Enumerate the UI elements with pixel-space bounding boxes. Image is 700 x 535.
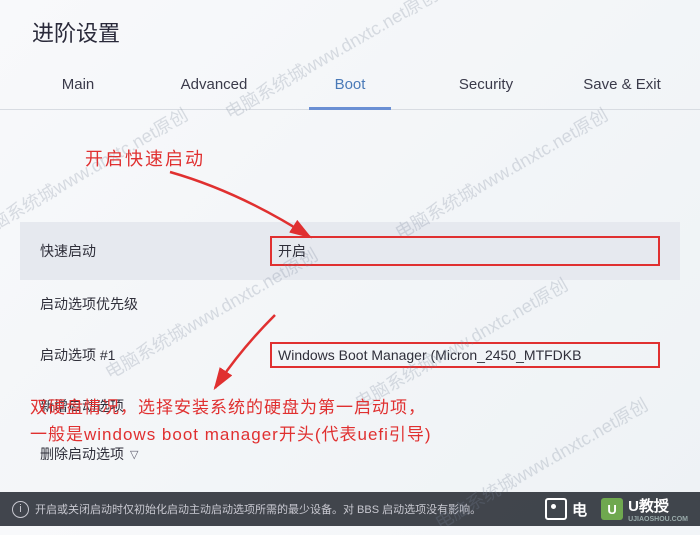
annotation-boot-manager: 双硬盘情况，选择安装系统的硬盘为第一启动项， 一般是windows boot m… xyxy=(30,394,432,448)
row-boot-priority-header: 启动选项优先级 xyxy=(20,280,680,328)
annotation-line2: 一般是windows boot manager开头(代表uefi引导) xyxy=(30,425,432,444)
tab-boot[interactable]: Boot xyxy=(282,60,418,109)
footer-logos: 电 U U教授 UJIAOSHOU.COM xyxy=(545,495,688,523)
logo-dnxtc: 电 xyxy=(545,498,587,520)
info-icon: i xyxy=(12,501,29,518)
footer-bar: i 开启或关闭启动时仅初始化启动主动启动选项所需的最少设备。对 BBS 启动选项… xyxy=(0,492,700,526)
chevron-down-icon: ▽ xyxy=(130,448,138,461)
boot-option-1-value[interactable]: Windows Boot Manager (Micron_2450_MTFDKB xyxy=(270,342,660,368)
tab-main[interactable]: Main xyxy=(10,60,146,109)
annotation-fast-boot: 开启快速启动 xyxy=(85,145,205,174)
tab-advanced[interactable]: Advanced xyxy=(146,60,282,109)
arrow-icon xyxy=(160,162,330,252)
row-fast-boot[interactable]: 快速启动 开启 xyxy=(20,222,680,280)
row-boot-option-1[interactable]: 启动选项 #1 Windows Boot Manager (Micron_245… xyxy=(20,328,680,382)
tab-security[interactable]: Security xyxy=(418,60,554,109)
arrow-icon xyxy=(200,310,290,400)
logo-ujiaoshou: U U教授 UJIAOSHOU.COM xyxy=(601,495,688,523)
footer-help: i 开启或关闭启动时仅初始化启动主动启动选项所需的最少设备。对 BBS 启动选项… xyxy=(12,501,481,518)
logo-dnxtc-label: 电 xyxy=(572,499,587,520)
page-title: 进阶设置 xyxy=(0,0,700,60)
footer-help-text: 开启或关闭启动时仅初始化启动主动启动选项所需的最少设备。对 BBS 启动选项没有… xyxy=(35,501,481,517)
u-badge-icon: U xyxy=(601,498,623,520)
monitor-icon xyxy=(545,498,567,520)
logo-ujiaoshou-sub: UJIAOSHOU.COM xyxy=(628,516,688,523)
logo-ujiaoshou-label: U教授 xyxy=(628,498,669,515)
tab-bar: Main Advanced Boot Security Save & Exit xyxy=(0,60,700,110)
annotation-line1: 双硬盘情况，选择安装系统的硬盘为第一启动项， xyxy=(30,398,426,417)
tab-save-exit[interactable]: Save & Exit xyxy=(554,60,690,109)
